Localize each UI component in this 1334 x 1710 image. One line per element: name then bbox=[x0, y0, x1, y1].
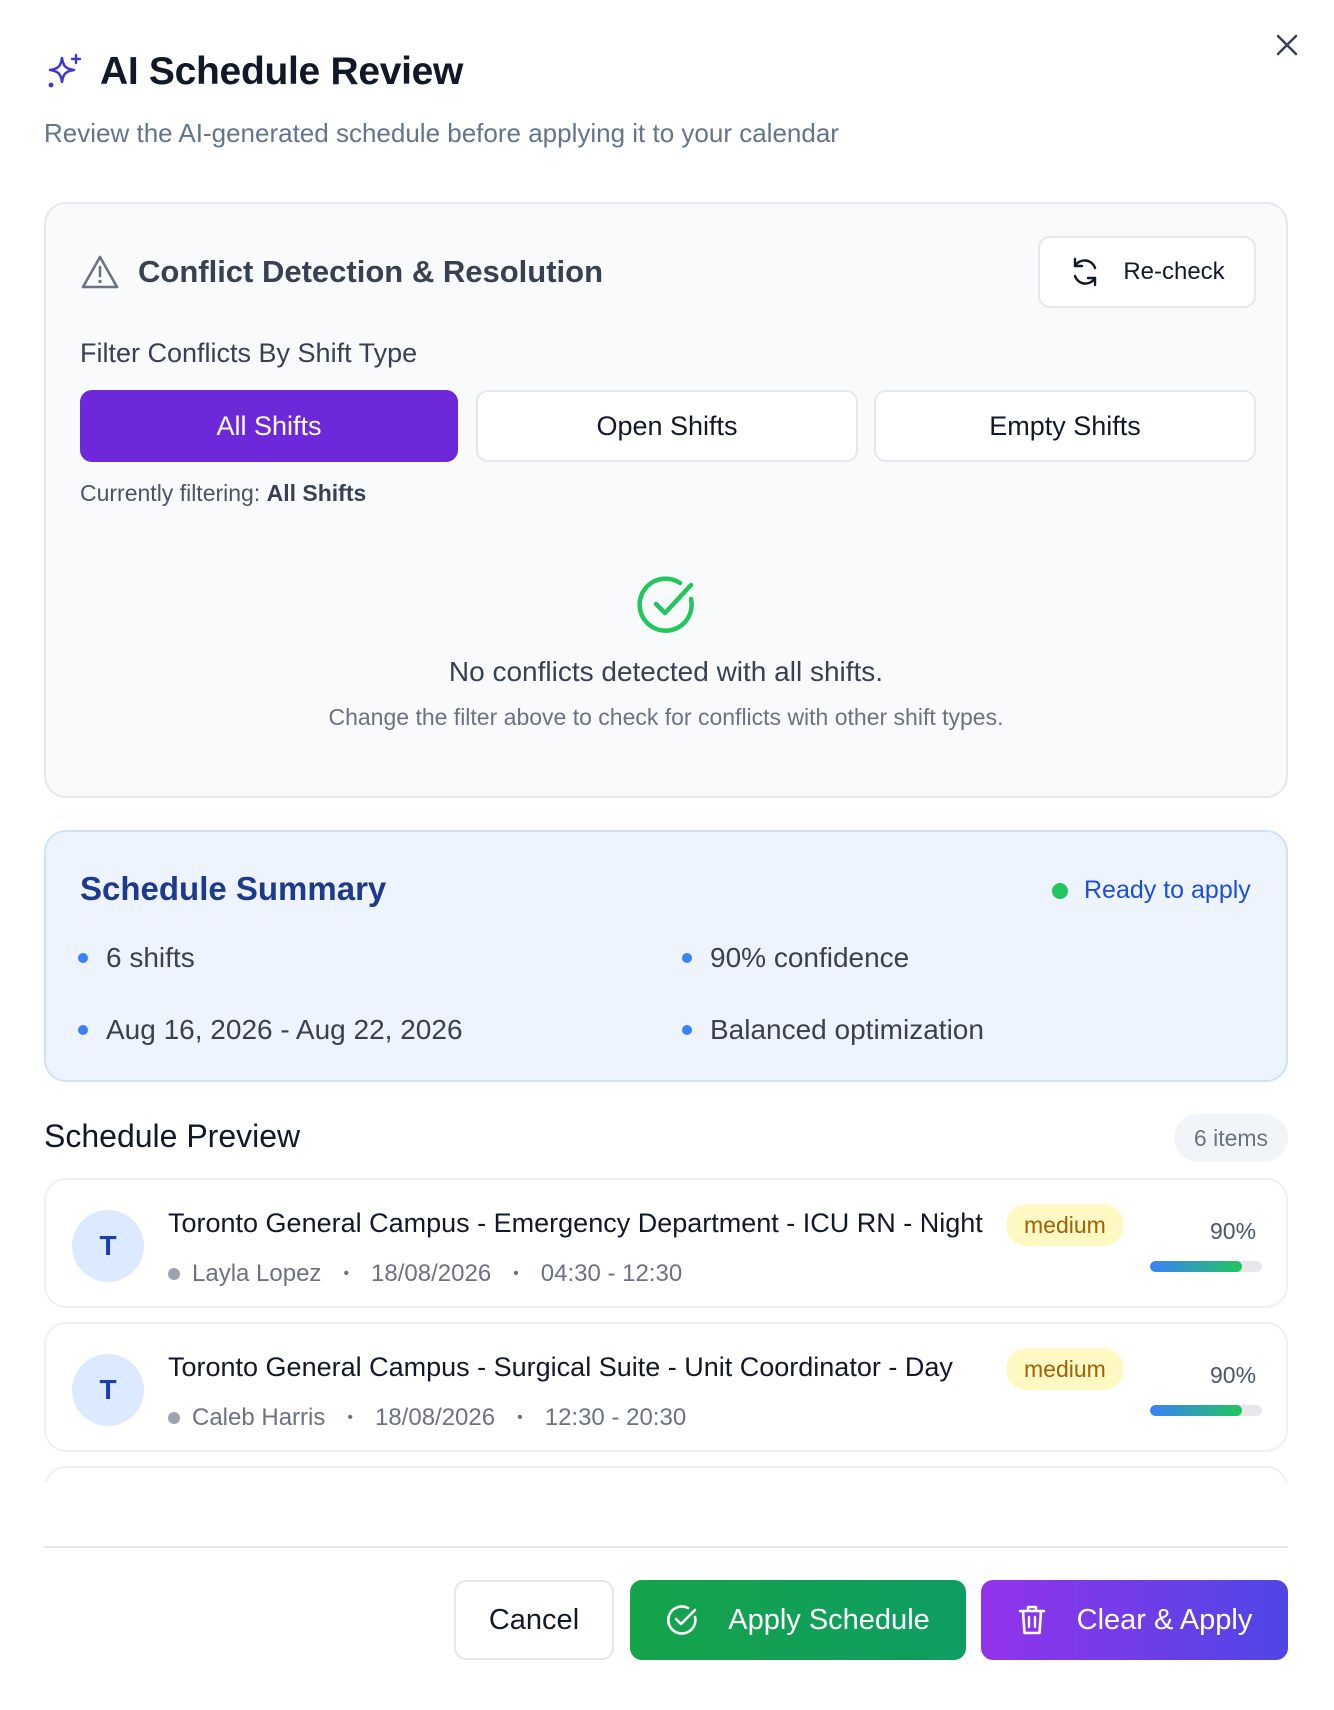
avatar: T bbox=[72, 1210, 144, 1282]
shift-time: 12:30 - 20:30 bbox=[544, 1404, 687, 1431]
recheck-button[interactable]: Re-check bbox=[1038, 236, 1256, 308]
dialog-header: AI Schedule Review bbox=[44, 50, 463, 94]
summary-item-label: Aug 16, 2026 - Aug 22, 2026 bbox=[106, 1014, 463, 1045]
check-circle-icon bbox=[667, 1605, 697, 1635]
summary-item-label: 6 shifts bbox=[106, 942, 195, 973]
schedule-preview-list[interactable]: T Toronto General Campus - Emergency Dep… bbox=[44, 1178, 1290, 1482]
recheck-label: Re-check bbox=[1123, 258, 1225, 285]
status-badge: Ready to apply bbox=[1052, 876, 1251, 905]
confidence-bar-fill bbox=[1150, 1405, 1242, 1416]
dialog-subtitle: Review the AI-generated schedule before … bbox=[44, 118, 839, 148]
summary-item-label: Balanced optimization bbox=[710, 1014, 984, 1045]
items-count-badge: 6 items bbox=[1174, 1114, 1288, 1162]
shift-date: 18/08/2026 bbox=[374, 1404, 496, 1431]
footer-divider bbox=[44, 1546, 1288, 1548]
no-conflicts-title: No conflicts detected with all shifts. bbox=[448, 656, 884, 687]
confidence-label: 90% bbox=[1210, 1362, 1257, 1388]
filter-status-prefix: Currently filtering: bbox=[80, 480, 261, 506]
dialog-title: AI Schedule Review bbox=[100, 50, 464, 93]
priority-badge: medium bbox=[1006, 1348, 1124, 1390]
summary-item-shifts: 6 shifts bbox=[78, 942, 195, 974]
separator-dot: • bbox=[513, 1265, 519, 1282]
bullet-dot bbox=[682, 953, 692, 963]
employee-name: Caleb Harris bbox=[192, 1404, 326, 1431]
shift-meta: Layla Lopez • 18/08/2026 • 04:30 - 12:30 bbox=[168, 1260, 682, 1288]
status-label: Ready to apply bbox=[1084, 876, 1251, 904]
summary-item-label: 90% confidence bbox=[710, 942, 910, 973]
close-icon bbox=[1276, 34, 1298, 56]
conflict-title: Conflict Detection & Resolution bbox=[138, 254, 603, 289]
filter-open-shifts[interactable]: Open Shifts bbox=[476, 390, 858, 462]
shift-meta: Caleb Harris • 18/08/2026 • 12:30 - 20:3… bbox=[168, 1404, 686, 1432]
clear-and-apply-button[interactable]: Clear & Apply bbox=[981, 1580, 1288, 1660]
confidence-label: 90% bbox=[1210, 1218, 1257, 1244]
apply-schedule-button[interactable]: Apply Schedule bbox=[630, 1580, 966, 1660]
priority-badge: medium bbox=[1006, 1204, 1124, 1246]
schedule-row[interactable]: T Toronto General Campus - Emergency Dep… bbox=[44, 1178, 1288, 1308]
summary-item-optimization: Balanced optimization bbox=[682, 1014, 984, 1046]
shift-title: Toronto General Campus - Emergency Depar… bbox=[168, 1208, 983, 1238]
preview-title: Schedule Preview bbox=[44, 1118, 301, 1154]
bullet-dot bbox=[78, 953, 88, 963]
avatar: T bbox=[72, 1354, 144, 1426]
summary-title: Schedule Summary bbox=[80, 870, 387, 907]
summary-item-confidence: 90% confidence bbox=[682, 942, 909, 974]
shift-date: 18/08/2026 bbox=[371, 1260, 492, 1287]
schedule-row[interactable] bbox=[44, 1466, 1288, 1482]
filter-empty-shifts[interactable]: Empty Shifts bbox=[874, 390, 1256, 462]
refresh-icon bbox=[1074, 257, 1097, 287]
no-conflicts-subtitle: Change the filter above to check for con… bbox=[328, 704, 1004, 730]
filter-label: Filter Conflicts By Shift Type bbox=[80, 338, 418, 368]
confidence-bar-fill bbox=[1150, 1261, 1242, 1272]
warning-triangle-icon bbox=[81, 255, 119, 289]
confidence-bar bbox=[1150, 1261, 1262, 1272]
filter-status-value: All Shifts bbox=[266, 480, 367, 506]
schedule-summary: Schedule Summary Ready to apply 6 shifts… bbox=[44, 830, 1288, 1082]
shift-time: 04:30 - 12:30 bbox=[540, 1260, 683, 1287]
shift-title: Toronto General Campus - Surgical Suite … bbox=[168, 1352, 953, 1382]
separator-dot: • bbox=[343, 1265, 350, 1282]
bullet-dot bbox=[78, 1025, 88, 1035]
cancel-button[interactable]: Cancel bbox=[454, 1580, 614, 1660]
bullet-dot bbox=[682, 1025, 692, 1035]
employee-dot bbox=[168, 1412, 180, 1424]
filter-status: Currently filtering: All Shifts bbox=[80, 480, 366, 507]
separator-dot: • bbox=[517, 1409, 523, 1426]
summary-item-date-range: Aug 16, 2026 - Aug 22, 2026 bbox=[78, 1014, 463, 1046]
employee-dot bbox=[168, 1268, 180, 1280]
filter-all-shifts[interactable]: All Shifts bbox=[80, 390, 458, 462]
schedule-row[interactable]: T Toronto General Campus - Surgical Suit… bbox=[44, 1322, 1288, 1452]
conflict-panel: Conflict Detection & Resolution Re-check… bbox=[44, 202, 1288, 798]
status-dot bbox=[1052, 882, 1068, 899]
employee-name: Layla Lopez bbox=[192, 1260, 322, 1287]
confidence-bar bbox=[1150, 1405, 1262, 1416]
sparkles-icon bbox=[48, 53, 82, 88]
close-button[interactable] bbox=[1270, 28, 1304, 62]
apply-schedule-label: Apply Schedule bbox=[728, 1603, 930, 1636]
separator-dot: • bbox=[347, 1409, 353, 1426]
trash-icon bbox=[1018, 1605, 1045, 1635]
check-circle-icon bbox=[637, 576, 694, 633]
clear-and-apply-label: Clear & Apply bbox=[1076, 1603, 1253, 1636]
